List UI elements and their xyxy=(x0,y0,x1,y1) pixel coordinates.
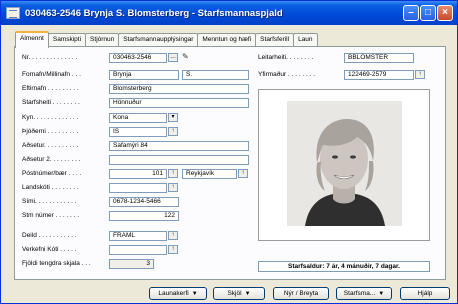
tab-samskipti[interactable]: Samskipti xyxy=(47,33,87,47)
yfirmadur-lookup-icon[interactable]: ↑ xyxy=(415,70,425,79)
label-postnumer: Póstnúmer/bær . . . . xyxy=(22,170,82,177)
landskodi-field[interactable] xyxy=(109,183,167,193)
landskodi-lookup-icon[interactable]: ↑ xyxy=(168,183,178,192)
label-starfsheiti: Starfsheiti . . . . . . . . xyxy=(22,99,80,106)
baer-field[interactable]: Reykjavík xyxy=(182,169,237,179)
adsetur-field[interactable]: Safamýri 84 xyxy=(109,141,249,151)
yfirmadur-field[interactable]: 122469-2579 xyxy=(344,70,414,80)
employee-photo-frame[interactable] xyxy=(258,89,430,241)
label-fjoldi: Fjöldi tengdra skjala . . . xyxy=(22,260,91,267)
label-simi: Sími. . . . . . . . . . . . xyxy=(22,198,77,205)
label-landskodi: Landskóti . . . . . . . . xyxy=(22,184,79,191)
chevron-down-icon: ▼ xyxy=(191,291,198,297)
postnumer-lookup-icon[interactable]: ↑ xyxy=(168,169,178,178)
nr-lookup-button[interactable]: … xyxy=(168,53,178,62)
label-yfirmadur: Yfirmaður . . . . . . . . xyxy=(258,71,316,78)
deild-field[interactable]: FRAML xyxy=(109,231,167,241)
window-title: 030463-2546 Brynja S. Blomsterberg - Sta… xyxy=(25,7,283,19)
ny-breyta-label: Nýr / Breyta xyxy=(283,290,319,297)
thjoderni-lookup-icon[interactable]: ↑ xyxy=(168,127,178,136)
seniority-display: Starfsaldur: 7 ár, 4 mánuðir, 7 dagar. xyxy=(258,261,430,272)
starfsmadur-button[interactable]: Starfsma... ▼ xyxy=(336,287,392,300)
label-eftirnafn: Eftirnafn . . . . . . . . . xyxy=(22,85,79,92)
starfsmadur-label: Starfsma... xyxy=(343,290,376,297)
simi-field[interactable]: 0678-1234-5466 xyxy=(109,197,179,207)
employee-card-window: 030463-2546 Brynja S. Blomsterberg - Sta… xyxy=(0,0,458,304)
starfsheiti-field[interactable]: Hönnuður xyxy=(109,98,249,108)
tab-starfsferill[interactable]: Starfsferill xyxy=(255,33,295,47)
label-verkefni: Verkefni Kóti . . . . . xyxy=(22,246,77,253)
tab-starfsmannaupplysingar[interactable]: Starfsmannaupplýsingar xyxy=(118,33,199,47)
help-button[interactable]: Hjálp xyxy=(400,287,450,300)
tab-laun[interactable]: Laun xyxy=(293,33,318,47)
deild-lookup-icon[interactable]: ↑ xyxy=(168,231,178,240)
label-nr: Nr. . . . . . . . . . . . . . xyxy=(22,54,78,61)
chevron-down-icon[interactable]: ▾ xyxy=(168,113,178,122)
title-bar[interactable]: 030463-2546 Brynja S. Blomsterberg - Sta… xyxy=(1,1,457,25)
label-deild: Deild . . . . . . . . . . . xyxy=(22,232,77,239)
ny-breyta-button[interactable]: Nýr / Breyta xyxy=(273,287,329,300)
launakerfi-label: Launakerfi xyxy=(158,290,189,297)
verkefni-lookup-icon[interactable]: ↑ xyxy=(168,245,178,254)
postnumer-field[interactable]: 101 xyxy=(109,169,167,179)
tab-menntun-og-haefi[interactable]: Menntun og hæfi xyxy=(197,33,257,47)
tab-stjornun[interactable]: Stjórnun xyxy=(85,33,120,47)
button-bar: Launakerfi ▼ Skjöl ▼ Nýr / Breyta Starfsma… xyxy=(1,287,457,303)
fjoldi-field: 3 xyxy=(109,259,154,269)
skjol-button[interactable]: Skjöl ▼ xyxy=(213,287,265,300)
nr-field[interactable]: 030463-2546 xyxy=(109,53,167,63)
label-adsetur2: Aðsetur 2. . . . . . . . . xyxy=(22,156,81,163)
verkefni-field[interactable] xyxy=(109,245,167,255)
eftirnafn-field[interactable]: Blomsterberg xyxy=(109,84,249,94)
pencil-icon[interactable]: ✎ xyxy=(182,52,189,61)
chevron-down-icon: ▼ xyxy=(378,291,385,297)
baer-lookup-icon[interactable]: ↑ xyxy=(238,169,248,178)
leitarheiti-field[interactable]: BBLOMSTER xyxy=(344,53,414,63)
label-fornafn: Fornafn/Millinafn . . . xyxy=(22,71,81,78)
label-leitarheiti: Leitarheiti. . . . . . . . xyxy=(258,54,314,61)
chevron-down-icon: ▼ xyxy=(244,291,251,297)
adsetur2-field[interactable] xyxy=(109,155,249,165)
launakerfi-button[interactable]: Launakerfi ▼ xyxy=(149,287,207,300)
label-thjoderni: Þjóðerni . . . . . . . . . xyxy=(22,128,79,135)
card-icon xyxy=(6,7,20,19)
maximize-button[interactable]: □ xyxy=(420,5,436,21)
minimize-button[interactable]: – xyxy=(403,5,419,21)
tab-almennt[interactable]: Almennt xyxy=(15,31,49,48)
label-kyn: Kyn. . . . . . . . . . . . . xyxy=(22,114,79,121)
portrait-image xyxy=(287,101,402,226)
kyn-select[interactable]: Kona xyxy=(109,113,167,123)
millinafn-field[interactable]: S. xyxy=(182,70,249,80)
label-adsetur: Aðsetur. . . . . . . . . . xyxy=(22,142,79,149)
employee-photo xyxy=(287,101,402,226)
label-stm: Stm númer . . . . . . . xyxy=(22,212,80,219)
help-label: Hjálp xyxy=(417,290,433,297)
stm-field[interactable]: 122 xyxy=(109,211,179,221)
close-button[interactable]: × xyxy=(437,5,453,21)
fornafn-field[interactable]: Brynja xyxy=(109,70,179,80)
tab-strip: Almennt Samskipti Stjórnun Starfsmannaup… xyxy=(15,31,318,48)
thjoderni-field[interactable]: IS xyxy=(109,127,167,137)
skjol-label: Skjöl xyxy=(227,290,242,297)
